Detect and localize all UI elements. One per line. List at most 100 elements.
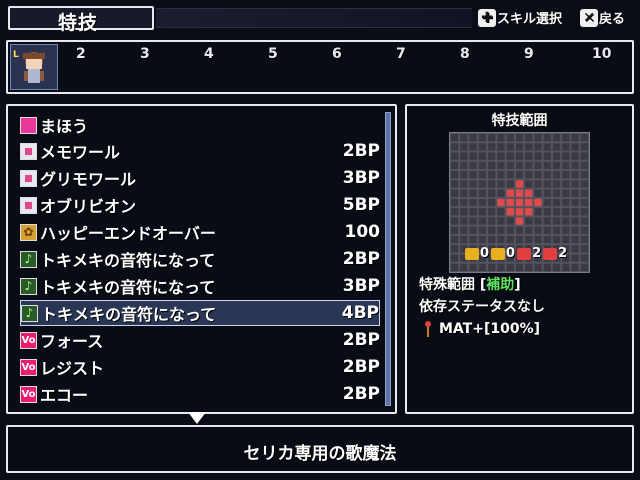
skill-row-echo[interactable]: Vo エコー 2BP — [20, 381, 380, 407]
range-cell — [460, 235, 468, 244]
skill-name: トキメキの音符になって — [40, 278, 216, 297]
range-cell-active — [515, 198, 524, 207]
skill-cost: 4BP — [341, 303, 379, 323]
range-cell — [469, 171, 477, 179]
range-cell — [451, 134, 459, 142]
range-cell — [525, 134, 533, 142]
modifier-value: 2 — [532, 246, 542, 261]
skill-cost: 2BP — [342, 141, 380, 161]
skill-row-force[interactable]: Vo フォース 2BP — [20, 327, 380, 353]
range-cell — [571, 208, 579, 216]
range-cell — [506, 180, 514, 188]
skill-row-resist[interactable]: Vo レジスト 2BP — [20, 354, 380, 380]
range-cell — [571, 180, 579, 188]
range-cell — [534, 235, 542, 244]
range-cell — [562, 226, 570, 234]
party-slot-7[interactable]: 7 — [396, 46, 406, 62]
dpad-icon: ✚ — [478, 8, 496, 27]
character-portrait[interactable]: L — [10, 44, 58, 90]
range-cell — [552, 235, 561, 244]
range-cell — [543, 226, 551, 234]
range-cell — [451, 226, 459, 234]
range-cell — [497, 152, 505, 160]
party-slot-2[interactable]: 2 — [76, 46, 86, 62]
range-cell-active — [506, 189, 514, 197]
x-button-icon: ✕ — [580, 8, 598, 27]
skill-row-tokimeki-3-selected[interactable]: ♪ トキメキの音符になって 4BP — [20, 300, 380, 326]
party-slot-10[interactable]: 10 — [592, 46, 611, 62]
scrollbar-thumb[interactable] — [386, 113, 390, 405]
range-cell — [488, 161, 496, 170]
range-cell — [497, 134, 505, 142]
range-cell — [506, 161, 514, 170]
range-cell-active — [515, 217, 524, 225]
svg-text:L: L — [13, 50, 19, 60]
range-cell — [534, 208, 542, 216]
range-cell — [478, 171, 487, 179]
range-cell — [562, 152, 570, 160]
range-modifiers: 0 0 2 2 — [465, 246, 567, 261]
screen-title-box: 特技 — [8, 6, 154, 34]
skill-description-box: セリカ専用の歌魔法 — [6, 425, 634, 473]
range-cell — [478, 152, 487, 160]
party-slot-5[interactable]: 5 — [268, 46, 278, 62]
skill-category-magic[interactable]: まほう — [20, 112, 380, 138]
music-note-icon: ♪ — [21, 304, 38, 322]
range-cell — [469, 235, 477, 244]
range-cell — [571, 217, 579, 225]
party-strip: L 2 3 4 5 6 7 8 9 10 — [6, 40, 634, 94]
range-cell — [460, 161, 468, 170]
range-cell — [469, 161, 477, 170]
back-hint[interactable]: ✕ 戻る — [580, 8, 625, 27]
range-cell — [506, 134, 514, 142]
range-cell — [543, 143, 551, 151]
range-cell — [478, 208, 487, 216]
skill-list-scrollbar[interactable] — [385, 112, 391, 406]
range-cell — [478, 217, 487, 225]
skill-row-happy-end-over[interactable]: ✿ ハッピーエンドオーバー 100 — [20, 219, 380, 245]
range-cell — [552, 171, 561, 179]
range-cell — [515, 152, 524, 160]
party-slot-3[interactable]: 3 — [140, 46, 150, 62]
skill-name: トキメキの音符になって — [40, 251, 216, 270]
range-cell — [534, 217, 542, 225]
range-cell — [497, 143, 505, 151]
skill-range-panel: 特技範囲 0 0 2 2 特殊範囲 [補助] 依存ステータスなし MAT+[10… — [405, 104, 634, 414]
range-cell — [580, 143, 588, 151]
range-cell — [543, 180, 551, 188]
party-slot-4[interactable]: 4 — [204, 46, 214, 62]
skill-row-memoire[interactable]: メモワール 2BP — [20, 138, 380, 164]
scroll-down-arrow-icon[interactable] — [188, 412, 206, 424]
skill-row-grimoire[interactable]: グリモワール 3BP — [20, 165, 380, 191]
range-cell — [543, 134, 551, 142]
skill-name: エコー — [40, 386, 89, 405]
skill-row-tokimeki-2[interactable]: ♪ トキメキの音符になって 3BP — [20, 273, 380, 299]
skill-cost: 2BP — [342, 330, 380, 350]
range-cell — [478, 161, 487, 170]
range-cell — [571, 143, 579, 151]
skill-row-tokimeki-1[interactable]: ♪ トキメキの音符になって 2BP — [20, 246, 380, 272]
range-cell — [571, 189, 579, 197]
party-slot-6[interactable]: 6 — [332, 46, 342, 62]
range-cell — [562, 189, 570, 197]
party-slot-9[interactable]: 9 — [524, 46, 534, 62]
range-cell — [525, 161, 533, 170]
party-slot-8[interactable]: 8 — [460, 46, 470, 62]
range-cell — [506, 226, 514, 234]
range-cell — [525, 143, 533, 151]
range-cell — [515, 226, 524, 234]
down-arrow-icon — [491, 247, 506, 260]
range-cell — [580, 254, 588, 262]
range-cell — [552, 217, 561, 225]
range-cell — [562, 134, 570, 142]
skill-row-oblivion[interactable]: オブリビオン 5BP — [20, 192, 380, 218]
vo-icon: Vo — [20, 331, 37, 349]
range-cell — [488, 226, 496, 234]
range-cell — [571, 226, 579, 234]
range-label-tag: 補助 — [486, 277, 515, 293]
range-cell — [552, 226, 561, 234]
range-cell — [515, 161, 524, 170]
range-cell — [552, 208, 561, 216]
range-cell — [580, 263, 588, 271]
range-cell — [506, 143, 514, 151]
